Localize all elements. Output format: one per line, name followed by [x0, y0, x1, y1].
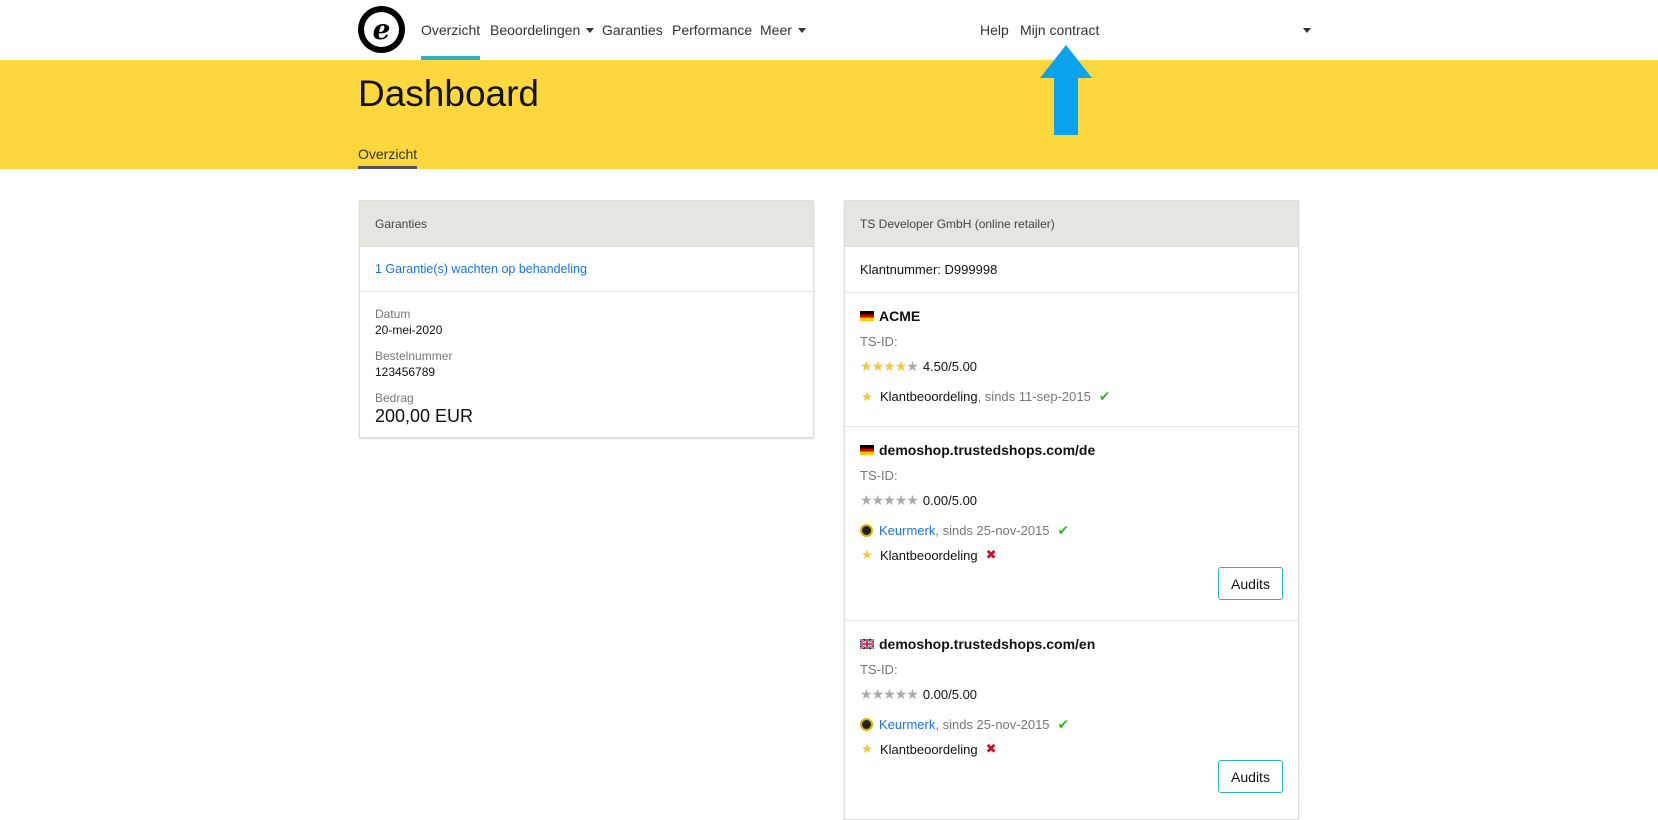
flag-de-icon: [860, 445, 874, 455]
date-label: Datum: [375, 307, 411, 321]
pending-guarantees-link[interactable]: 1 Garantie(s) wachten op behandeling: [375, 262, 587, 276]
star-empty-icon: ★: [860, 492, 873, 508]
nav-meer-label: Meer: [760, 22, 792, 38]
shop-item-demoshop-en: demoshop.trustedshops.com/en TS-ID: ★ ★ …: [845, 621, 1298, 815]
ts-id-label: TS-ID:: [860, 334, 898, 349]
star-empty-icon: ★: [894, 492, 908, 508]
account-card-title: TS Developer GmbH (online retailer): [845, 201, 1298, 247]
trustmark-link[interactable]: Keurmerk: [879, 523, 935, 538]
trustmark-link[interactable]: Keurmerk: [879, 717, 935, 732]
annotation-arrow-up-icon: [1040, 45, 1092, 135]
star-empty-icon: ★: [883, 492, 896, 508]
feature-reviews: ★ Klantbeoordeling ✖: [860, 741, 1283, 757]
amount-value: 200,00 EUR: [375, 406, 474, 426]
checkmark-icon: ✔: [1057, 716, 1070, 732]
star-empty-icon: ★: [871, 492, 885, 508]
shop-name[interactable]: demoshop.trustedshops.com/de: [860, 442, 1283, 458]
trusted-shops-logo[interactable]: e: [358, 6, 405, 53]
rating-value: 4.50/5.00: [922, 359, 978, 374]
chevron-down-icon: [797, 27, 806, 33]
nav-overzicht-label: Overzicht: [421, 22, 481, 38]
rating-value: 0.00/5.00: [922, 493, 978, 508]
nav-help-label: Help: [980, 22, 1009, 38]
top-navigation: e Overzicht Beoordelingen Garanties Perf…: [0, 0, 1658, 60]
checkmark-icon: ✔: [1057, 522, 1070, 538]
star-rating: ★ ★ ★ ★ ★ 0.00/5.00: [860, 686, 977, 703]
shop-name[interactable]: ACME: [860, 308, 1283, 324]
chevron-down-icon: [1303, 27, 1311, 33]
star-filled-icon: ★: [860, 358, 873, 374]
star-icon: ★: [861, 388, 873, 404]
guarantees-card-title: Garanties: [360, 201, 813, 247]
feature-trustmark: Keurmerk , sinds 25-nov-2015 ✔: [860, 716, 1283, 733]
shop-name-label: ACME: [879, 308, 921, 324]
star-filled-icon: ★: [883, 358, 896, 374]
tab-overzicht[interactable]: Overzicht: [358, 146, 418, 169]
star-empty-icon: ★: [860, 686, 873, 702]
shop-name-label: demoshop.trustedshops.com/en: [879, 636, 1096, 652]
ts-id-label: TS-ID:: [860, 468, 898, 483]
reviews-since: , sinds 11-sep-2015: [977, 389, 1091, 404]
cross-icon: ✖: [985, 741, 997, 756]
logo-letter: e: [364, 12, 399, 47]
star-filled-icon: ★: [871, 358, 885, 374]
nav-mijn-contract-label: Mijn contract: [1020, 22, 1100, 38]
star-empty-icon: ★: [906, 686, 919, 702]
star-icon: ★: [861, 741, 873, 756]
audits-button[interactable]: Audits: [1218, 760, 1283, 793]
shop-name-label: demoshop.trustedshops.com/de: [879, 442, 1096, 458]
trustmark-seal-icon: [860, 524, 873, 537]
account-card: TS Developer GmbH (online retailer) Klan…: [844, 200, 1299, 820]
amount-label: Bedrag: [375, 391, 414, 405]
feature-reviews: ★ Klantbeoordeling ✖: [860, 547, 1283, 563]
star-empty-icon: ★: [906, 358, 919, 374]
nav-help[interactable]: Help: [980, 0, 1009, 60]
star-filled-icon: ★: [894, 358, 908, 374]
reviews-label: Klantbeoordeling: [880, 389, 978, 404]
nav-meer[interactable]: Meer: [760, 0, 806, 60]
star-empty-icon: ★: [894, 686, 908, 702]
order-number-value: 123456789: [375, 365, 436, 379]
checkmark-icon: ✔: [1098, 388, 1111, 404]
account-menu-toggle[interactable]: [1297, 0, 1311, 60]
nav-beoordelingen-label: Beoordelingen: [490, 22, 581, 38]
nav-performance[interactable]: Performance: [672, 0, 752, 60]
guarantee-details: Datum 20-mei-2020 Bestelnummer 123456789…: [360, 292, 813, 427]
ts-id-label: TS-ID:: [860, 662, 898, 677]
chevron-down-icon: [586, 27, 595, 33]
order-number-label: Bestelnummer: [375, 349, 453, 363]
guarantees-card: Garanties 1 Garantie(s) wachten op behan…: [359, 200, 814, 438]
reviews-label: Klantbeoordeling: [880, 741, 978, 757]
star-empty-icon: ★: [906, 492, 919, 508]
reviews-label: Klantbeoordeling: [880, 547, 978, 563]
flag-uk-icon: [860, 639, 874, 649]
trustmark-since: , sinds 25-nov-2015: [935, 523, 1050, 538]
star-empty-icon: ★: [883, 686, 896, 702]
shop-name[interactable]: demoshop.trustedshops.com/en: [860, 636, 1283, 652]
nav-garanties-label: Garanties: [602, 22, 663, 38]
star-icon: ★: [861, 547, 873, 562]
date-value: 20-mei-2020: [375, 323, 443, 337]
trustmark-seal-icon: [860, 718, 873, 731]
feature-reviews: ★ Klantbeoordeling , sinds 11-sep-2015 ✔: [860, 388, 1283, 405]
page-title: Dashboard: [358, 73, 540, 114]
shop-item-acme: ACME TS-ID: ★ ★ ★ ★ ★ 4.50/5.00 ★ Klantb…: [845, 293, 1298, 427]
star-rating: ★ ★ ★ ★ ★ 4.50/5.00: [860, 358, 977, 375]
customer-number: Klantnummer: D999998: [845, 247, 1298, 293]
star-empty-icon: ★: [871, 686, 885, 702]
trustmark-since: , sinds 25-nov-2015: [935, 717, 1050, 732]
guarantees-pending-row: 1 Garantie(s) wachten op behandeling: [360, 247, 813, 292]
nav-performance-label: Performance: [672, 22, 753, 38]
cross-icon: ✖: [985, 547, 997, 562]
nav-overzicht[interactable]: Overzicht: [421, 0, 481, 60]
feature-trustmark: Keurmerk , sinds 25-nov-2015 ✔: [860, 522, 1283, 539]
shop-item-demoshop-de: demoshop.trustedshops.com/de TS-ID: ★ ★ …: [845, 427, 1298, 621]
page-header: Dashboard Overzicht: [0, 45, 1658, 169]
flag-de-icon: [860, 311, 874, 321]
rating-value: 0.00/5.00: [922, 687, 978, 702]
nav-garanties[interactable]: Garanties: [602, 0, 663, 60]
nav-beoordelingen[interactable]: Beoordelingen: [490, 0, 595, 60]
star-rating: ★ ★ ★ ★ ★ 0.00/5.00: [860, 492, 977, 509]
audits-button[interactable]: Audits: [1218, 567, 1283, 600]
